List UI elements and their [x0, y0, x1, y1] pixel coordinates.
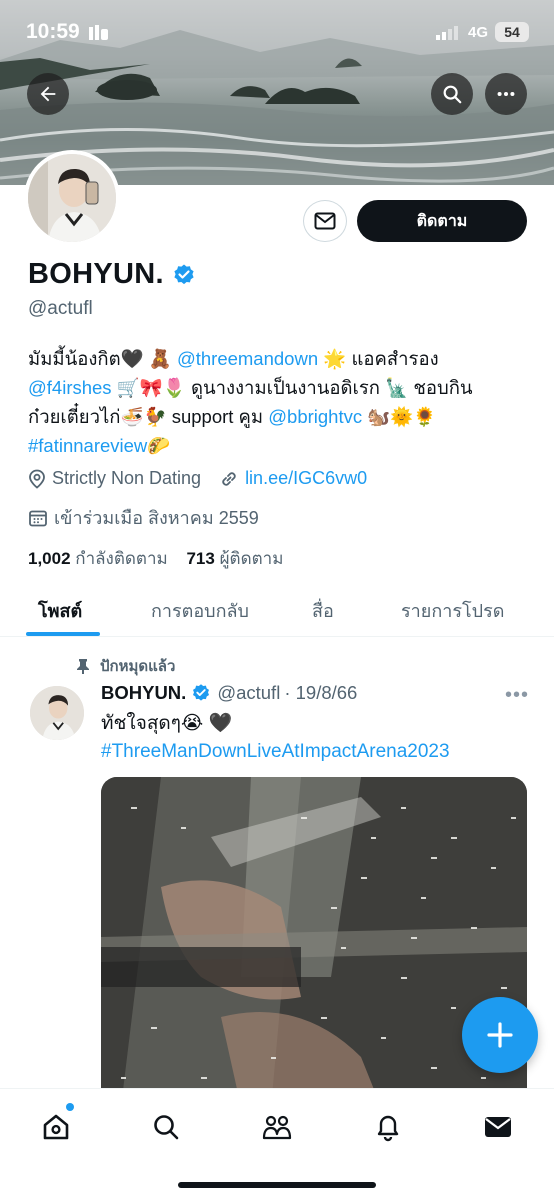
bio-text: 🌟 แอคสำรอง	[318, 348, 439, 369]
notifications-icon	[377, 1115, 399, 1142]
following-label: กำลังติดตาม	[75, 549, 168, 568]
tab-likes[interactable]: รายการโปรด	[401, 596, 504, 625]
avatar-photo	[30, 686, 84, 740]
bio-mention-link[interactable]: @threemandown	[177, 348, 318, 369]
nav-communities[interactable]	[257, 1107, 297, 1147]
post-header: BOHYUN. @actufl · 19/8/66	[101, 682, 357, 704]
back-button[interactable]	[27, 73, 69, 115]
plus-icon	[487, 1022, 513, 1048]
bio-line: มัมมี้น้องกิต🖤 🧸 @threemandown 🌟 แอคสำรอ…	[28, 344, 533, 373]
bio-line: #fatinnareview🌮	[28, 431, 533, 460]
post-author-avatar[interactable]	[30, 686, 84, 740]
home-icon	[43, 1114, 69, 1140]
compose-post-button[interactable]	[462, 997, 538, 1073]
pinned-indicator: ปักหมุดแล้ว	[76, 654, 175, 678]
tab-replies[interactable]: การตอบกลับ	[151, 596, 249, 625]
search-button[interactable]	[431, 73, 473, 115]
post-author-handle: @actufl	[217, 682, 281, 703]
home-notification-dot	[66, 1103, 74, 1111]
profile-tabs: โพสต์ การตอบกลับ สื่อ รายการโปรด	[0, 584, 554, 637]
bio-line: @f4irshes 🛒🎀🌷 ดูนางงามเป็นงานอดิเรก 🗽 ชอ…	[28, 373, 533, 402]
profile-joined-row: เข้าร่วมเมือ สิงหาคม 2559	[28, 503, 259, 532]
status-time: 10:59	[26, 20, 80, 43]
bio-text: 🌮	[147, 435, 171, 456]
home-indicator-bar	[178, 1182, 376, 1188]
messages-icon	[485, 1117, 511, 1137]
bio-text: มัมมี้น้องกิต🖤 🧸	[28, 348, 177, 369]
pinned-label: ปักหมุดแล้ว	[100, 658, 176, 675]
search-icon	[154, 1115, 179, 1140]
bio-hashtag-link[interactable]: #fatinnareview	[28, 435, 147, 456]
verified-badge-icon	[193, 684, 210, 701]
tab-media[interactable]: สื่อ	[312, 596, 334, 625]
post-date: · 19/8/66	[284, 682, 358, 703]
profile-website-link[interactable]: lin.ee/IGC6vw0	[245, 468, 367, 489]
communities-icon	[262, 1115, 292, 1140]
battery-indicator: 54	[495, 22, 529, 42]
display-name: BOHYUN.	[28, 258, 164, 290]
post-text: ทัชใจสุดๆ😭 🖤	[101, 713, 233, 734]
mail-icon	[314, 212, 336, 230]
profile-name-row: BOHYUN.	[28, 258, 196, 291]
nav-home[interactable]	[36, 1107, 76, 1147]
active-tab-indicator	[26, 632, 100, 636]
status-bar: 10:59 4G 54	[0, 0, 554, 66]
profile-joined-date: เข้าร่วมเมือ สิงหาคม 2559	[54, 508, 259, 528]
profile-meta-row: Strictly Non Dating lin.ee/IGC6vw0	[28, 468, 367, 489]
arrow-left-icon	[40, 86, 56, 102]
pin-icon	[77, 659, 89, 674]
bio-text: ก๋วยเตี๋ยวไก่🍜🐓 support คูม	[28, 406, 269, 427]
profile-handle: @actufl	[28, 298, 93, 319]
following-count: 1,002	[28, 549, 71, 568]
search-icon	[443, 85, 462, 104]
nav-explore[interactable]	[146, 1107, 186, 1147]
post-more-button[interactable]: •••	[505, 684, 529, 707]
more-button[interactable]	[485, 73, 527, 115]
nav-messages[interactable]	[478, 1107, 518, 1147]
location-icon	[28, 469, 46, 489]
message-button[interactable]	[303, 200, 347, 242]
profile-location: Strictly Non Dating	[52, 468, 202, 488]
following-link[interactable]: 1,002 กำลังติดตาม	[28, 549, 168, 568]
post-hashtag-link[interactable]: #ThreeManDownLiveAtImpactArena2023	[101, 738, 450, 766]
network-type: 4G	[468, 24, 489, 41]
bio-line: ก๋วยเตี๋ยวไก่🍜🐓 support คูม @bbrightvc 🐿…	[28, 402, 533, 431]
focus-icon	[88, 24, 110, 47]
follow-counts: 1,002 กำลังติดตาม 713 ผู้ติดตาม	[28, 545, 283, 572]
followers-label: ผู้ติดตาม	[219, 549, 284, 568]
follow-button[interactable]: ติดตาม	[357, 200, 527, 242]
more-horizontal-icon	[497, 91, 515, 97]
bio-mention-link[interactable]: @bbrightvc	[268, 406, 362, 427]
post-media-image[interactable]	[101, 777, 527, 1107]
concert-photo	[101, 777, 527, 1107]
post-author-name[interactable]: BOHYUN.	[101, 682, 186, 704]
tab-posts[interactable]: โพสต์	[38, 596, 82, 625]
profile-avatar[interactable]	[24, 150, 120, 246]
bio-text: 🐿️🌞🌻	[362, 406, 437, 427]
calendar-icon	[28, 508, 48, 528]
bio-mention-link[interactable]: @f4irshes	[28, 377, 112, 398]
verified-badge-icon[interactable]	[172, 263, 196, 287]
signal-icon	[436, 26, 464, 45]
bio-text: 🛒🎀🌷 ดูนางงามเป็นงานอดิเรก 🗽 ชอบกิน	[111, 377, 473, 398]
followers-count: 713	[186, 549, 215, 568]
avatar-photo	[28, 154, 116, 242]
nav-notifications[interactable]	[368, 1107, 408, 1147]
link-icon	[219, 469, 239, 489]
post-body: ทัชใจสุดๆ😭 🖤 #ThreeManDownLiveAtImpactAr…	[101, 710, 450, 766]
followers-link[interactable]: 713 ผู้ติดตาม	[186, 549, 283, 568]
profile-bio: มัมมี้น้องกิต🖤 🧸 @threemandown 🌟 แอคสำรอ…	[28, 344, 533, 460]
